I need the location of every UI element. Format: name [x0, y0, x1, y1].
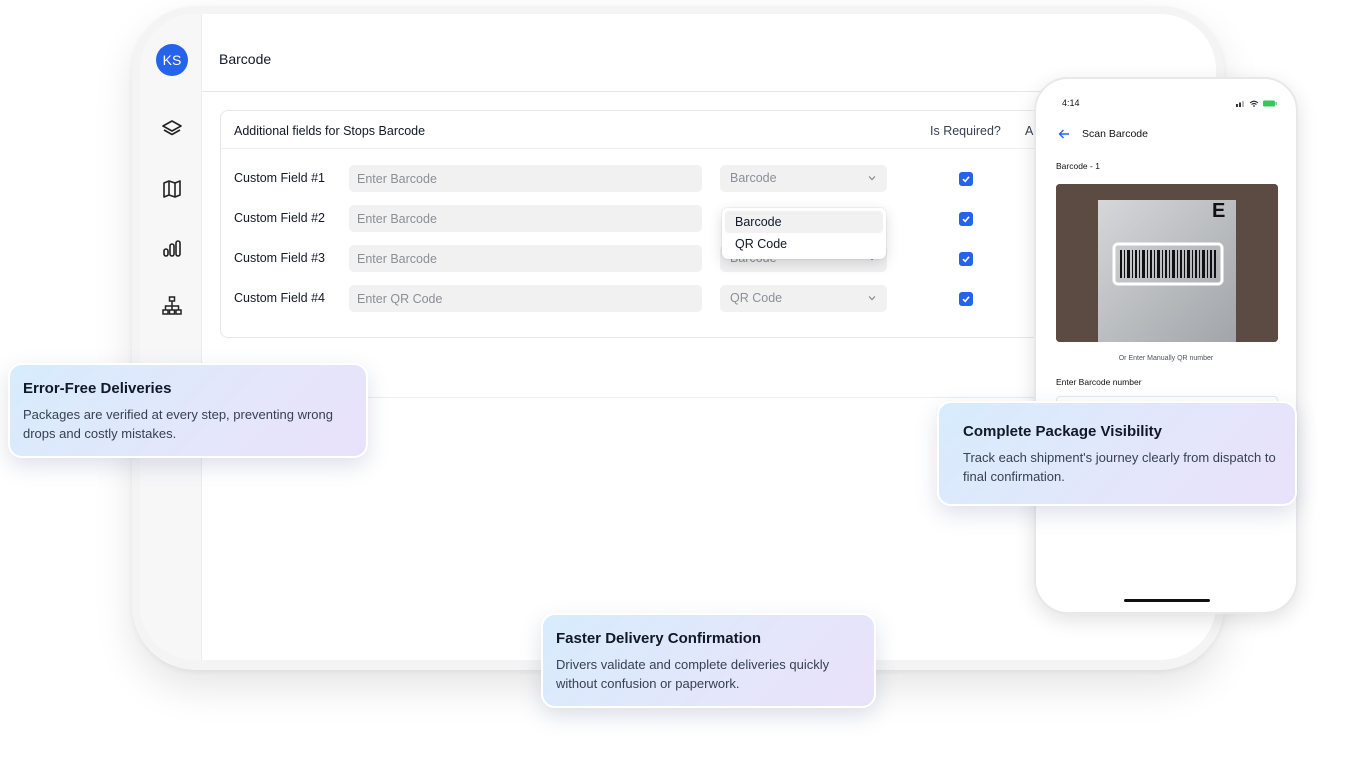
type-select-value-4: QR Code [730, 291, 783, 305]
phone-mockup: 4:14 Scan Barcode Barcode - 1 E Or Enter… [1034, 77, 1298, 614]
manual-entry-hint: Or Enter Manually QR number [1118, 355, 1214, 362]
scan-camera-view[interactable]: E [1056, 184, 1278, 342]
header-divider [221, 148, 1119, 149]
callout-visibility-title: Complete Package Visibility [963, 423, 1162, 440]
field-label-2: Custom Field #2 [234, 211, 326, 225]
callout-visibility: Complete Package Visibility Track each s… [937, 401, 1297, 506]
layers-icon[interactable] [160, 118, 184, 142]
callout-error-free-body: Packages are verified at every step, pre… [23, 407, 334, 441]
callout-faster-body: Drivers validate and complete deliveries… [556, 657, 830, 691]
type-select-1[interactable]: Barcode [720, 165, 887, 192]
required-checkbox-3[interactable] [959, 252, 973, 266]
barcode-number-label: Enter Barcode number [1056, 377, 1142, 387]
callout-faster: Faster Delivery Confirmation Drivers val… [541, 613, 876, 708]
barcode-input-1[interactable] [349, 165, 702, 192]
back-arrow-icon[interactable] [1057, 127, 1071, 141]
barcode-input-2[interactable] [349, 205, 702, 232]
fields-card: Additional fields for Stops Barcode Is R… [220, 110, 1120, 338]
type-dropdown-menu: Barcode QR Code [722, 208, 886, 259]
phone-title: Scan Barcode [1082, 128, 1148, 140]
sidebar: KS [140, 14, 202, 660]
page-title: Barcode [219, 51, 272, 67]
status-icons [1236, 100, 1277, 107]
callout-error-free: Error-Free Deliveries Packages are verif… [8, 363, 368, 458]
type-select-4[interactable]: QR Code [720, 285, 887, 312]
barcode-label: Barcode - 1 [1056, 161, 1100, 171]
barcode-input-3[interactable] [349, 245, 702, 272]
chevron-down-icon [868, 296, 876, 301]
callout-visibility-body: Track each shipment's journey clearly fr… [963, 450, 1276, 484]
column-is-required: Is Required? [930, 124, 1001, 138]
required-checkbox-2[interactable] [959, 212, 973, 226]
hierarchy-icon[interactable] [160, 294, 184, 318]
avatar[interactable]: KS [156, 44, 188, 76]
callout-error-free-title: Error-Free Deliveries [23, 380, 172, 397]
type-select-value-1: Barcode [730, 171, 777, 185]
required-checkbox-4[interactable] [959, 292, 973, 306]
callout-faster-title: Faster Delivery Confirmation [556, 630, 762, 647]
status-time: 4:14 [1062, 98, 1080, 108]
field-label-4: Custom Field #4 [234, 291, 326, 305]
field-label-1: Custom Field #1 [234, 171, 326, 185]
package-label-letter: E [1212, 200, 1226, 222]
analytics-icon[interactable] [160, 236, 184, 260]
barcode-input-4[interactable] [349, 285, 702, 312]
card-title: Additional fields for Stops Barcode [234, 124, 426, 138]
home-indicator [1124, 599, 1210, 602]
column-truncated: A [1025, 124, 1034, 138]
field-label-3: Custom Field #3 [234, 251, 326, 265]
dropdown-option-qr-code[interactable]: QR Code [725, 233, 883, 255]
required-checkbox-1[interactable] [959, 172, 973, 186]
dropdown-option-barcode[interactable]: Barcode [725, 211, 883, 233]
map-icon[interactable] [160, 177, 184, 201]
chevron-down-icon [868, 176, 876, 181]
